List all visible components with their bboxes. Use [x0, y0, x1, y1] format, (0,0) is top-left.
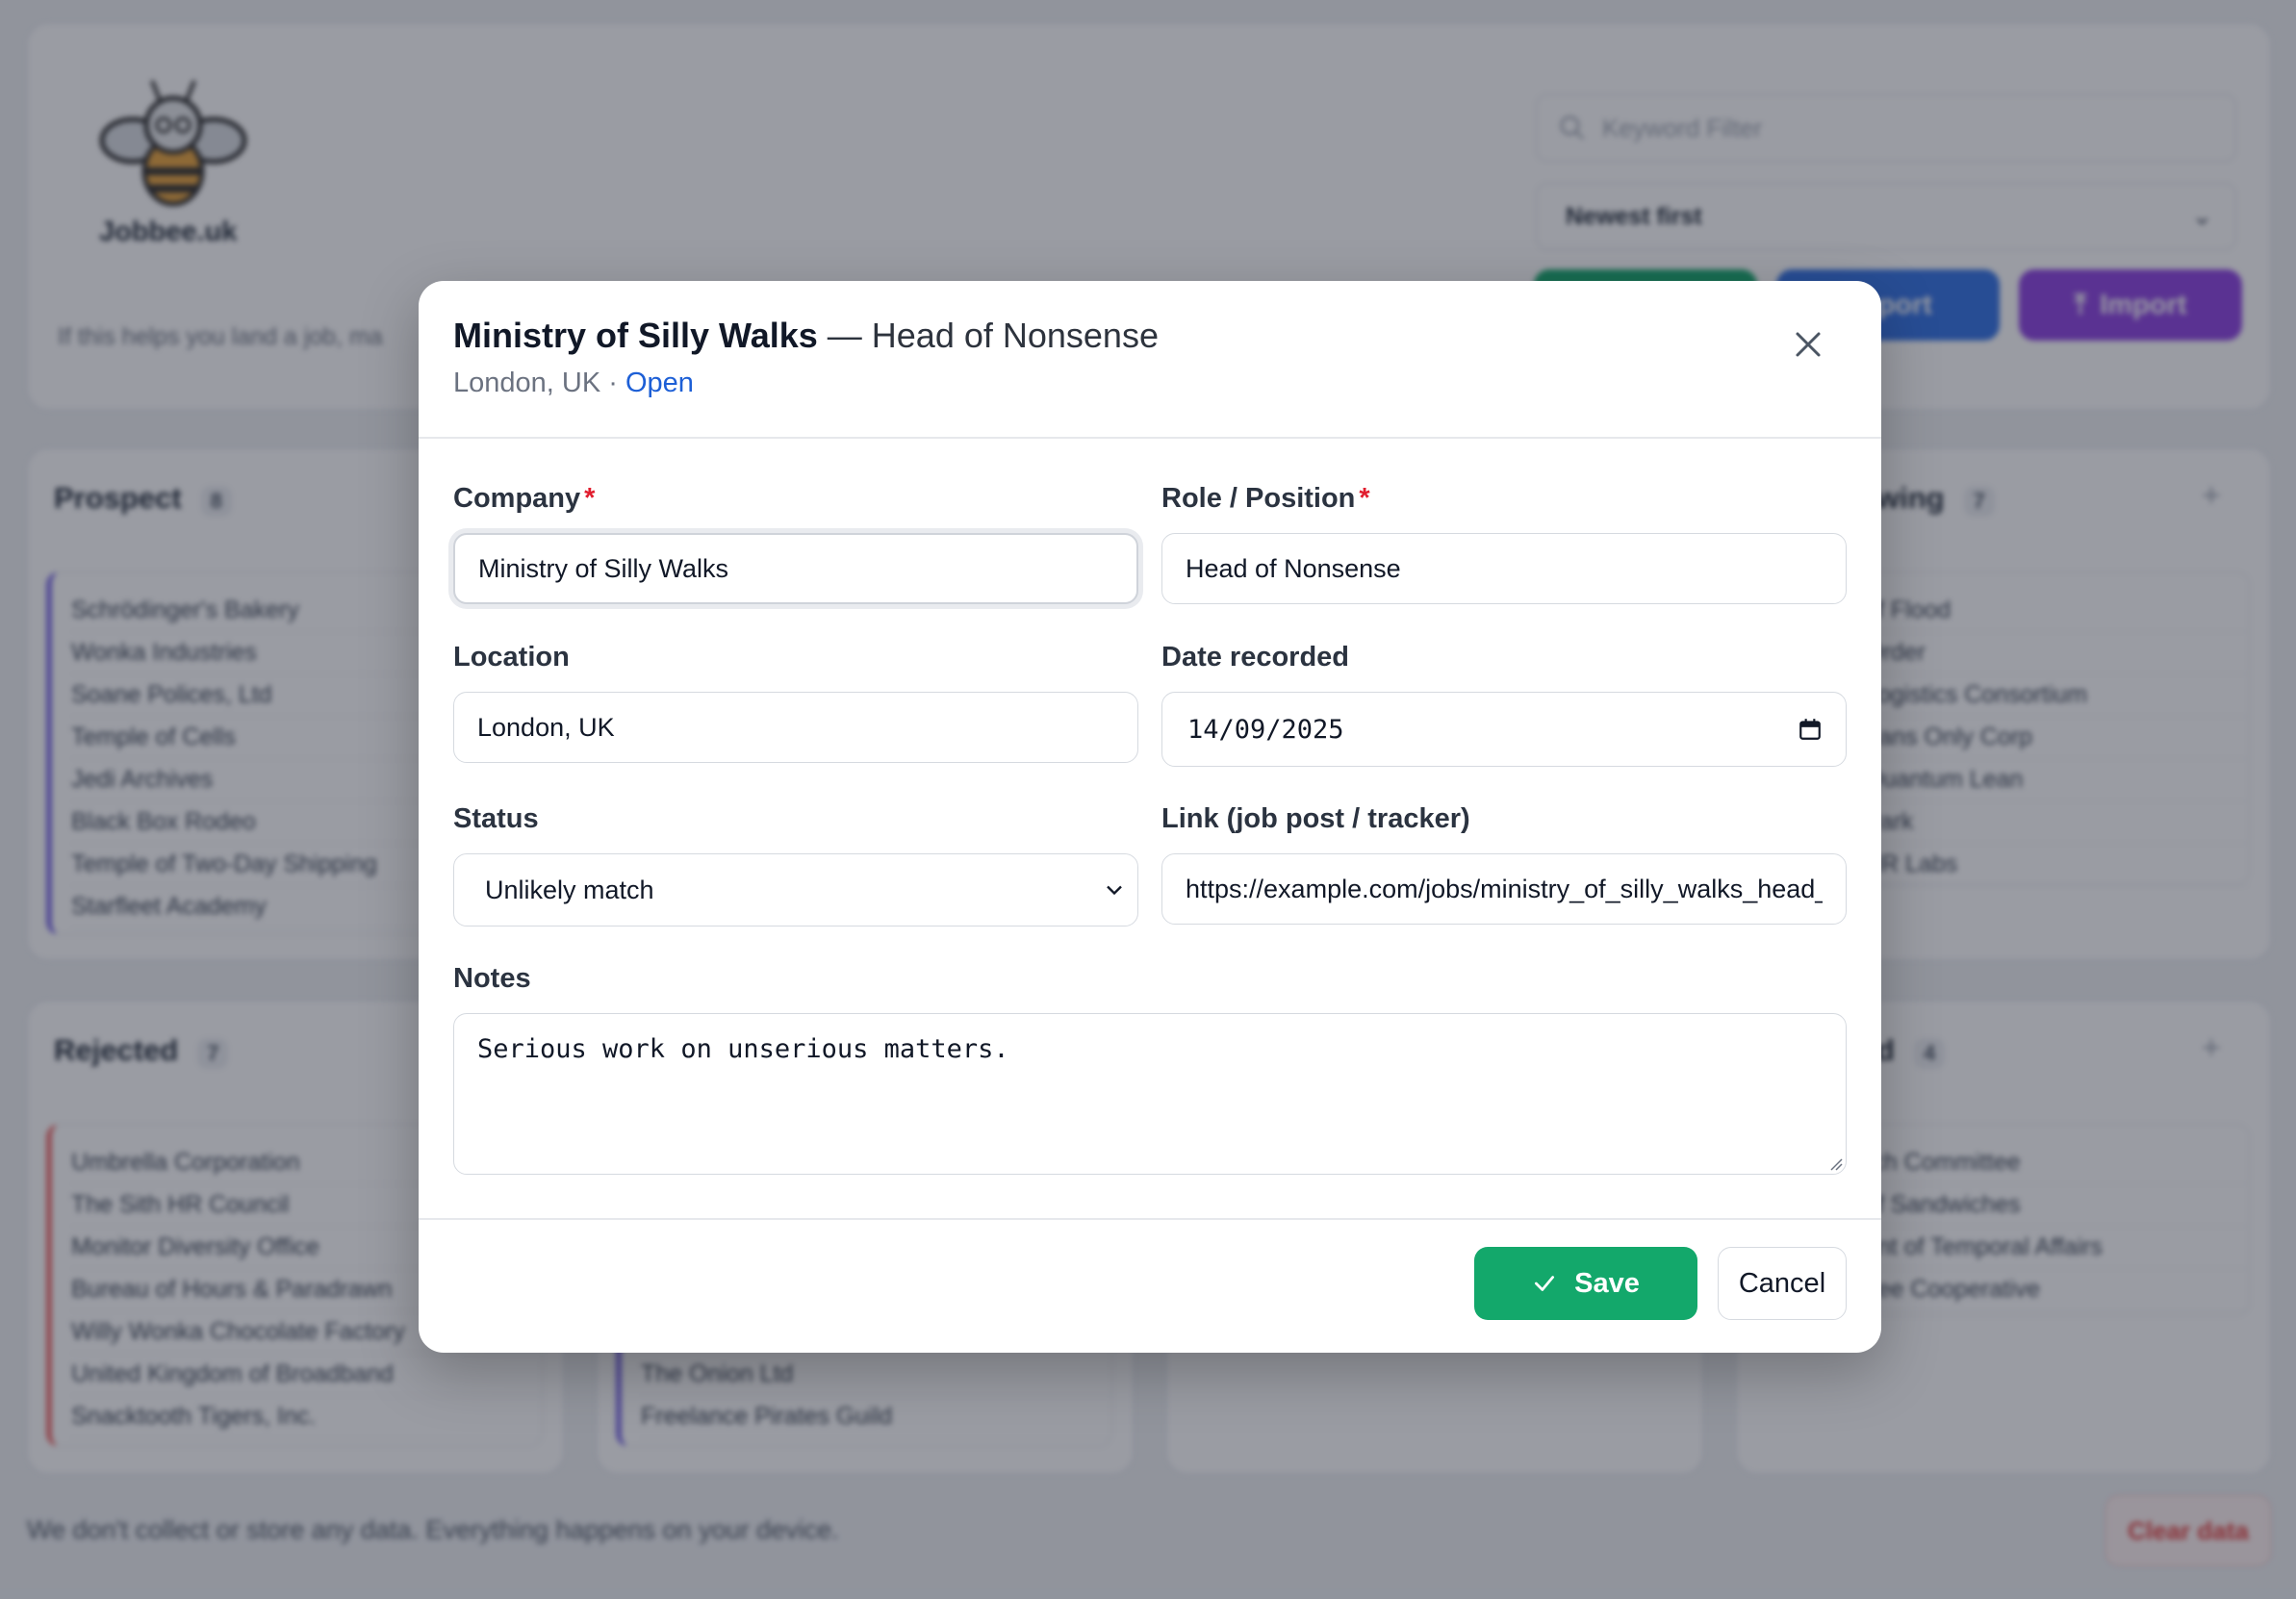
location-label: Location	[453, 642, 570, 673]
cancel-button[interactable]: Cancel	[1718, 1247, 1847, 1320]
role-label: Role / Position *	[1161, 483, 1370, 514]
edit-job-dialog: Ministry of Silly Walks — Head of Nonsen…	[419, 281, 1881, 1353]
check-icon	[1535, 1276, 1555, 1291]
dialog-title-company: Ministry of Silly Walks	[453, 316, 818, 355]
save-label: Save	[1574, 1267, 1640, 1299]
location-input[interactable]	[453, 692, 1138, 763]
date-recorded-input[interactable]: 14/09/2025	[1161, 692, 1847, 767]
close-icon[interactable]	[1785, 321, 1831, 368]
link-input[interactable]	[1161, 853, 1847, 925]
date-recorded-value: 14/09/2025	[1187, 714, 1344, 745]
resize-handle-icon[interactable]	[1827, 1155, 1843, 1171]
dialog-title-separator: —	[817, 316, 872, 355]
header-divider	[419, 437, 1881, 439]
notes-wrapper: Serious work on unserious matters.	[453, 1013, 1847, 1175]
footer-divider	[419, 1218, 1881, 1220]
notes-textarea[interactable]: Serious work on unserious matters.	[453, 1013, 1847, 1175]
job-status-link[interactable]: Open	[625, 368, 694, 398]
dialog-subtitle: London, UK · Open	[453, 368, 694, 399]
dialog-subtitle-dot: ·	[600, 368, 625, 398]
link-label: Link (job post / tracker)	[1161, 803, 1470, 834]
notes-label: Notes	[453, 963, 531, 994]
dialog-title: Ministry of Silly Walks — Head of Nonsen…	[453, 316, 1159, 356]
status-select[interactable]: Unlikely match	[453, 853, 1138, 926]
required-mark: *	[584, 483, 596, 514]
company-label: Company *	[453, 483, 596, 514]
calendar-icon[interactable]	[1798, 717, 1823, 742]
role-input[interactable]	[1161, 533, 1847, 604]
company-input[interactable]	[453, 533, 1138, 604]
status-label: Status	[453, 803, 539, 834]
save-button[interactable]: Save	[1474, 1247, 1697, 1320]
dialog-subtitle-location: London, UK	[453, 368, 601, 398]
dialog-title-role: Head of Nonsense	[871, 316, 1159, 355]
required-mark: *	[1359, 483, 1370, 514]
chevron-down-icon	[1107, 885, 1122, 896]
status-select-value: Unlikely match	[485, 875, 654, 904]
date-recorded-label: Date recorded	[1161, 642, 1350, 673]
